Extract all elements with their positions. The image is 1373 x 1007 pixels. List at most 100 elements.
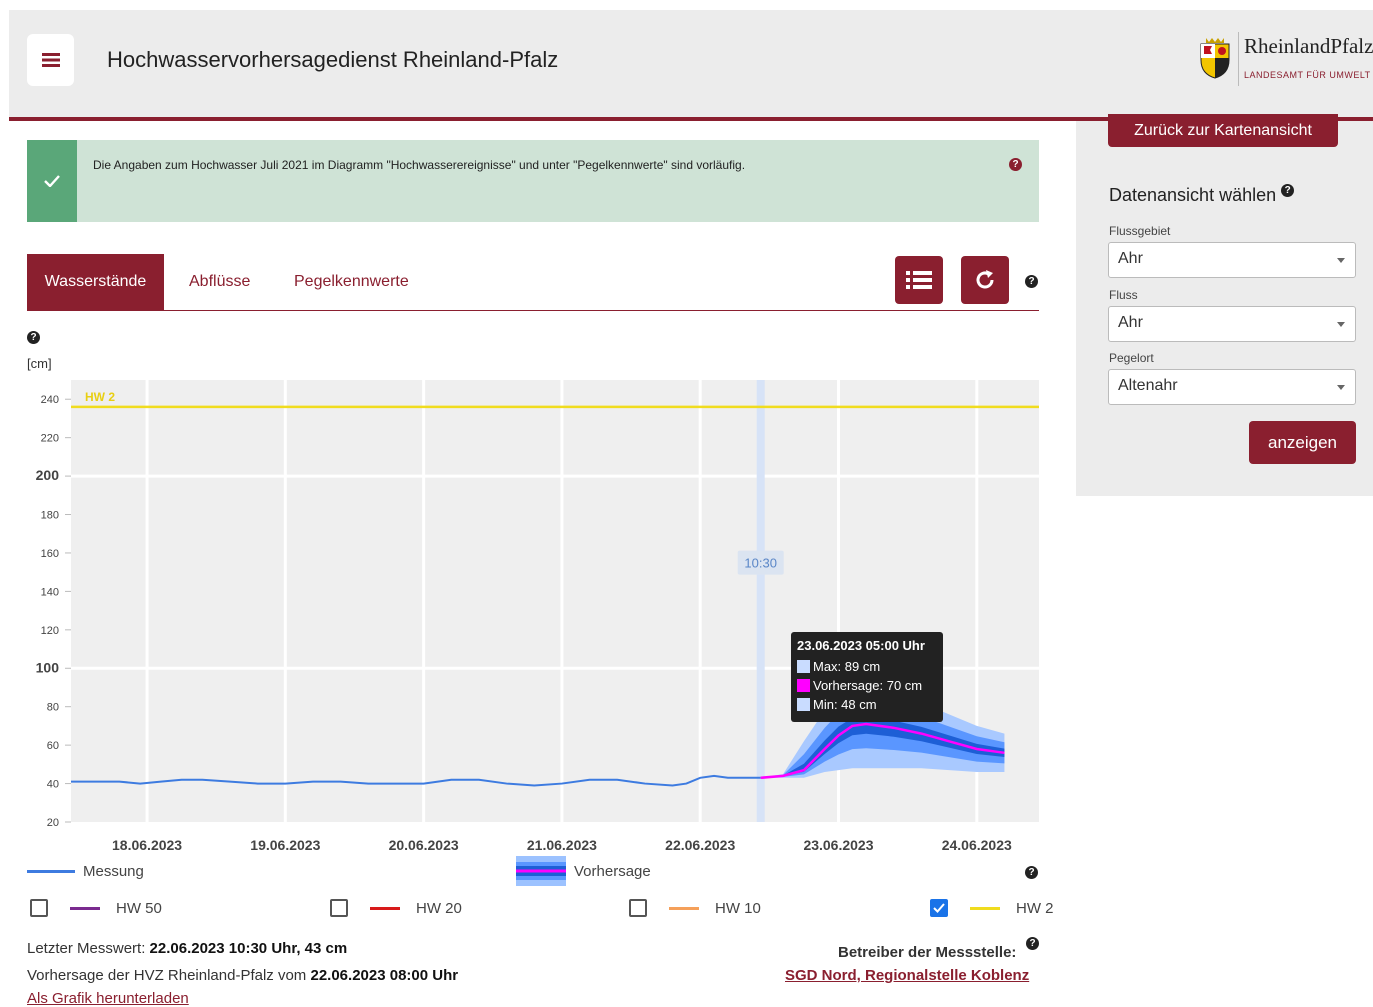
x-tick-label: 20.06.2023 [389,837,459,853]
y-tick-label: 80 [47,702,59,714]
help-icon[interactable]: ? [1025,275,1038,288]
state-logo[interactable]: RheinlandPfalz LANDESAMT FÜR UMWELT [1198,30,1373,90]
caret-down-icon [1337,258,1345,263]
operator-link[interactable]: SGD Nord, Regionalstelle Koblenz [785,967,1029,984]
hamburger-icon [41,53,60,67]
threshold-label: HW 20 [416,899,462,917]
x-tick-label: 19.06.2023 [250,837,320,853]
tab-wasserstaende[interactable]: Wasserstände [27,254,164,310]
last-measurement-value: 22.06.2023 10:30 Uhr, 43 cm [149,940,348,957]
tooltip-title: 23.06.2023 05:00 Uhr [797,638,925,653]
select-value: Ahr [1118,314,1143,331]
legend-measurement: Messung [27,863,144,880]
sidebar-title: Datenansicht wählen ? [1109,184,1295,206]
list-icon [906,271,932,289]
field-label-flussgebiet: Flussgebiet [1109,224,1171,238]
help-icon[interactable]: ? [1026,937,1039,950]
tooltip-swatch [797,679,810,692]
back-to-map-button[interactable]: Zurück zur Kartenansicht [1108,114,1338,147]
notice-text: Die Angaben zum Hochwasser Juli 2021 im … [93,158,746,172]
y-tick-label: 220 [41,433,59,445]
help-icon[interactable]: ? [1009,158,1022,171]
checkbox[interactable] [330,899,348,917]
logo-divider [1238,32,1239,86]
select-pegelort[interactable]: Altenahr [1108,369,1356,405]
y-tick-label: 180 [41,510,59,522]
y-tick-label: 200 [36,467,60,483]
threshold-label: HW 2 [85,390,115,404]
legend-measurement-label: Messung [83,863,144,880]
logo-subtitle: LANDESAMT FÜR UMWELT [1244,70,1371,80]
field-label-pegelort: Pegelort [1109,351,1154,365]
check-icon [44,175,60,187]
logo-text: RheinlandPfalz [1244,34,1373,58]
select-fluss[interactable]: Ahr [1108,306,1356,342]
tooltip-swatch [797,698,810,711]
forecast-info-label: Vorhersage der HVZ Rheinland-Pfalz vom [27,967,311,984]
threshold-label: HW 50 [116,899,162,917]
tab-abfluesse[interactable]: Abflüsse [175,254,264,310]
refresh-icon [976,270,994,289]
x-tick-label: 24.06.2023 [942,837,1012,853]
hw50-swatch [70,906,100,910]
last-measurement-label: Letzter Messwert: [27,940,150,957]
current-time-band [756,380,765,822]
chart-help-icon[interactable]: ? [27,331,40,344]
refresh-button[interactable] [961,256,1009,304]
notice-status [27,140,77,222]
sidebar-title-text: Datenansicht wählen [1109,185,1277,205]
table-view-button[interactable] [895,256,943,304]
caret-down-icon [1337,385,1345,390]
y-tick-label: 160 [41,548,59,560]
y-tick-label: 240 [41,394,59,406]
hw20-swatch [370,906,400,910]
legend-forecast: Vorhersage [516,856,651,886]
threshold-toggle-hw2[interactable]: HW 2 [930,899,1054,917]
y-axis-unit: [cm] [27,356,52,371]
legend-forecast-label: Vorhersage [574,862,651,880]
caret-down-icon [1337,322,1345,327]
operator-label: Betreiber der Messstelle: [838,944,1017,961]
show-button[interactable]: anzeigen [1249,421,1356,464]
tooltip-row: Max: 89 cm [813,659,880,674]
menu-button[interactable] [27,34,74,86]
forecast-info-value: 22.06.2023 08:00 Uhr [310,967,459,984]
download-graphic-link[interactable]: Als Grafik herunterladen [27,990,189,1007]
threshold-toggle-hw20[interactable]: HW 20 [330,899,462,917]
last-measurement: Letzter Messwert: 22.06.2023 10:30 Uhr, … [27,940,347,957]
y-tick-label: 40 [47,779,59,791]
checkbox[interactable] [30,899,48,917]
checkbox[interactable] [629,899,647,917]
tooltip-row: Min: 48 cm [813,697,877,712]
measurement-swatch [27,870,75,873]
help-icon[interactable]: ? [1281,184,1295,197]
tab-bar: Wasserstände Abflüsse Pegelkennwerte [27,254,1039,311]
current-time-label: 10:30 [744,556,777,571]
x-tick-label: 23.06.2023 [803,837,873,853]
water-level-chart: 18.06.2023 19.06.2023 20.06.2023 21.06.2023… [36,380,1039,853]
notice-banner: Die Angaben zum Hochwasser Juli 2021 im … [27,140,1039,222]
app-title: Hochwasservorhersagedienst Rheinland-Pfa… [107,47,559,72]
x-tick-label: 21.06.2023 [527,837,597,853]
help-icon[interactable]: ? [1025,866,1038,879]
field-label-fluss: Fluss [1109,288,1138,302]
tooltip-swatch [797,660,810,673]
hw10-swatch [669,906,699,910]
threshold-label: HW 2 [1016,899,1054,917]
hw2-swatch [970,906,1000,910]
threshold-toggle-hw50[interactable]: HW 50 [30,899,162,917]
x-tick-label: 18.06.2023 [112,837,182,853]
threshold-toggle-hw10[interactable]: HW 10 [629,899,761,917]
select-value: Ahr [1118,250,1143,267]
checkbox-checked[interactable] [930,899,948,917]
y-tick-label: 140 [41,586,59,598]
select-flussgebiet[interactable]: Ahr [1108,242,1356,278]
y-tick-label: 100 [36,659,60,675]
y-tick-label: 60 [47,740,59,752]
coat-of-arms-icon [1200,38,1230,79]
tab-pegelkennwerte[interactable]: Pegelkennwerte [280,254,423,310]
forecast-info: Vorhersage der HVZ Rheinland-Pfalz vom 2… [27,967,458,984]
y-tick-label: 20 [47,817,59,829]
check-icon [933,903,945,913]
tooltip-row: Vorhersage: 70 cm [813,678,922,693]
